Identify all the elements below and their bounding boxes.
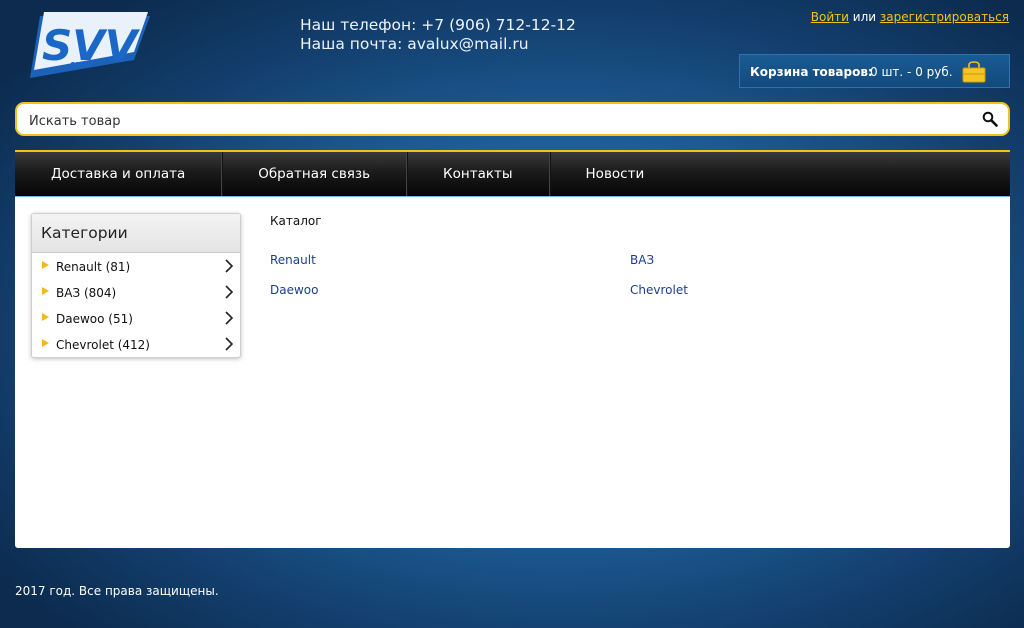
catalog-link-vaz[interactable]: ВАЗ	[630, 253, 654, 267]
catalog-link-renault[interactable]: Renault	[270, 253, 316, 267]
catalog-link-daewoo[interactable]: Daewoo	[270, 283, 318, 297]
login-link[interactable]: Войти	[811, 10, 849, 24]
logo-subtext: SHOP	[70, 61, 93, 69]
logo[interactable]: SVV SHOP	[26, 12, 150, 80]
category-label: Daewoo (51)	[56, 312, 133, 326]
category-label: ВАЗ (804)	[56, 286, 117, 300]
content-area: Категории Renault (81) ВАЗ (804) Daewoo …	[15, 197, 1010, 548]
auth-links: Войти или зарегистрироваться	[811, 10, 1009, 24]
bullet-icon	[42, 287, 49, 295]
chevron-right-icon	[225, 337, 234, 351]
category-label: Chevrolet (412)	[56, 338, 150, 352]
phone-text: Наш телефон: +7 (906) 712-12-12	[300, 16, 576, 34]
category-label: Renault (81)	[56, 260, 131, 274]
or-text: или	[852, 10, 877, 24]
chevron-right-icon	[225, 285, 234, 299]
bullet-icon	[42, 313, 49, 321]
search-bar	[15, 102, 1010, 136]
chevron-right-icon	[225, 311, 234, 325]
nav-item-news[interactable]: Новости	[550, 152, 681, 196]
category-item-daewoo[interactable]: Daewoo (51)	[32, 305, 240, 331]
nav-item-delivery[interactable]: Доставка и оплата	[15, 152, 223, 196]
nav-item-feedback[interactable]: Обратная связь	[222, 152, 408, 196]
bullet-icon	[42, 261, 49, 269]
contact-info: Наш телефон: +7 (906) 712-12-12 Наша поч…	[300, 16, 576, 54]
footer-copyright: 2017 год. Все права защищены.	[15, 584, 219, 598]
search-input[interactable]	[27, 110, 961, 132]
main-nav: Доставка и оплата Обратная связь Контакт…	[15, 150, 1010, 197]
register-link[interactable]: зарегистрироваться	[880, 10, 1009, 24]
category-item-renault[interactable]: Renault (81)	[32, 253, 240, 279]
cart-widget[interactable]: Корзина товаров: 0 шт. - 0 руб.	[739, 54, 1010, 88]
search-icon[interactable]	[982, 111, 998, 127]
category-item-chevrolet[interactable]: Chevrolet (412)	[32, 331, 240, 357]
categories-panel: Категории Renault (81) ВАЗ (804) Daewoo …	[31, 213, 241, 358]
cart-label: Корзина товаров:	[750, 65, 873, 79]
catalog-link-chevrolet[interactable]: Chevrolet	[630, 283, 688, 297]
category-item-vaz[interactable]: ВАЗ (804)	[32, 279, 240, 305]
page-title: Каталог	[270, 214, 322, 228]
bullet-icon	[42, 339, 49, 347]
chevron-right-icon	[225, 259, 234, 273]
email-text: Наша почта: avalux@mail.ru	[300, 35, 529, 53]
categories-title: Категории	[32, 214, 240, 253]
cart-value: 0 шт. - 0 руб.	[870, 65, 953, 79]
nav-item-contacts[interactable]: Контакты	[407, 152, 550, 196]
shopping-bag-icon[interactable]	[962, 61, 986, 83]
